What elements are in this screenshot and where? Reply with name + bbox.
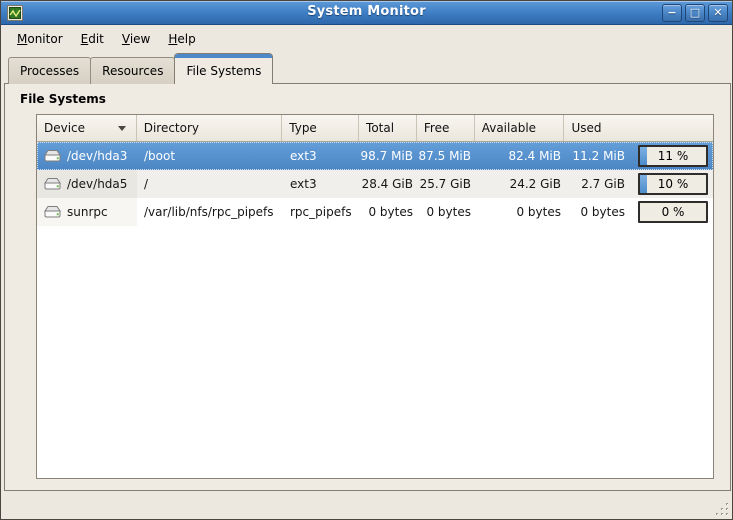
sort-descending-icon	[118, 126, 126, 131]
close-button[interactable]: ✕	[708, 4, 728, 22]
column-header-device[interactable]: Device	[37, 115, 137, 141]
menu-help[interactable]: Help	[159, 29, 204, 49]
type-cell: ext3	[283, 170, 360, 198]
titlebar[interactable]: System Monitor − □ ✕	[1, 1, 732, 25]
used-progressbar: 11 %	[638, 145, 708, 167]
harddisk-icon	[44, 149, 61, 163]
type-cell: ext3	[283, 142, 360, 170]
total-cell: 0 bytes	[360, 198, 418, 226]
harddisk-icon	[44, 205, 61, 219]
tab-file-systems[interactable]: File Systems	[174, 53, 273, 84]
used-bar-cell: 0 %	[630, 198, 713, 226]
free-cell: 87.5 MiB	[418, 142, 476, 170]
directory-cell: /boot	[137, 142, 283, 170]
free-cell: 25.7 GiB	[418, 170, 476, 198]
total-cell: 98.7 MiB	[360, 142, 418, 170]
tab-resources[interactable]: Resources	[90, 57, 175, 84]
used-bar-cell: 10 %	[630, 170, 713, 198]
window-controls: − □ ✕	[662, 4, 728, 22]
menubar: Monitor Edit View Help	[2, 26, 733, 51]
free-cell: 0 bytes	[418, 198, 476, 226]
minimize-button[interactable]: −	[662, 4, 682, 22]
notebook-tabs: Processes Resources File Systems	[8, 53, 272, 84]
menu-view[interactable]: View	[113, 29, 159, 49]
maximize-button[interactable]: □	[685, 4, 705, 22]
column-header-type[interactable]: Type	[282, 115, 359, 141]
file-systems-table: Device Directory Type Total Free Availab…	[36, 114, 714, 479]
device-name: /dev/hda3	[67, 149, 127, 163]
used-cell: 2.7 GiB	[566, 170, 630, 198]
statusbar	[2, 491, 733, 520]
directory-cell: /var/lib/nfs/rpc_pipefs	[137, 198, 283, 226]
used-percent-label: 10 %	[640, 175, 706, 193]
file-systems-page: File Systems Device Directory Type Total…	[4, 83, 731, 491]
available-cell: 82.4 MiB	[476, 142, 566, 170]
column-header-used[interactable]: Used	[564, 115, 713, 141]
used-progressbar: 10 %	[638, 173, 708, 195]
available-cell: 0 bytes	[476, 198, 566, 226]
system-monitor-window: System Monitor − □ ✕ Monitor Edit View H…	[0, 0, 733, 520]
total-cell: 28.4 GiB	[360, 170, 418, 198]
device-cell: /dev/hda3	[37, 142, 137, 170]
resize-grip-icon[interactable]	[714, 501, 730, 517]
active-tab-stripe	[175, 54, 272, 58]
used-cell: 11.2 MiB	[566, 142, 630, 170]
table-row-dev-hda3[interactable]: /dev/hda3 /boot ext3 98.7 MiB 87.5 MiB 8…	[37, 142, 713, 170]
harddisk-icon	[44, 177, 61, 191]
used-bar-cell: 11 %	[630, 142, 713, 170]
available-cell: 24.2 GiB	[476, 170, 566, 198]
table-header: Device Directory Type Total Free Availab…	[37, 115, 713, 142]
window-title: System Monitor	[1, 4, 732, 19]
type-cell: rpc_pipefs	[283, 198, 360, 226]
menu-monitor[interactable]: Monitor	[8, 29, 72, 49]
tab-processes[interactable]: Processes	[8, 57, 91, 84]
table-row-dev-hda5[interactable]: /dev/hda5 / ext3 28.4 GiB 25.7 GiB 24.2 …	[37, 170, 713, 198]
device-cell: /dev/hda5	[37, 170, 137, 198]
device-cell: sunrpc	[37, 198, 137, 226]
column-header-directory[interactable]: Directory	[137, 115, 283, 141]
column-header-free[interactable]: Free	[417, 115, 475, 141]
tab-file-systems-label: File Systems	[186, 64, 261, 78]
column-header-total[interactable]: Total	[359, 115, 417, 141]
table-row-sunrpc[interactable]: sunrpc /var/lib/nfs/rpc_pipefs rpc_pipef…	[37, 198, 713, 226]
used-cell: 0 bytes	[566, 198, 630, 226]
page-title: File Systems	[20, 92, 106, 106]
titlebar-highlight	[1, 1, 732, 2]
used-percent-label: 0 %	[640, 203, 706, 221]
column-header-available[interactable]: Available	[475, 115, 565, 141]
used-percent-label: 11 %	[640, 147, 706, 165]
menu-edit[interactable]: Edit	[72, 29, 113, 49]
device-name: /dev/hda5	[67, 177, 127, 191]
used-progressbar: 0 %	[638, 201, 708, 223]
column-header-device-label: Device	[44, 121, 85, 135]
directory-cell: /	[137, 170, 283, 198]
device-name: sunrpc	[67, 205, 108, 219]
